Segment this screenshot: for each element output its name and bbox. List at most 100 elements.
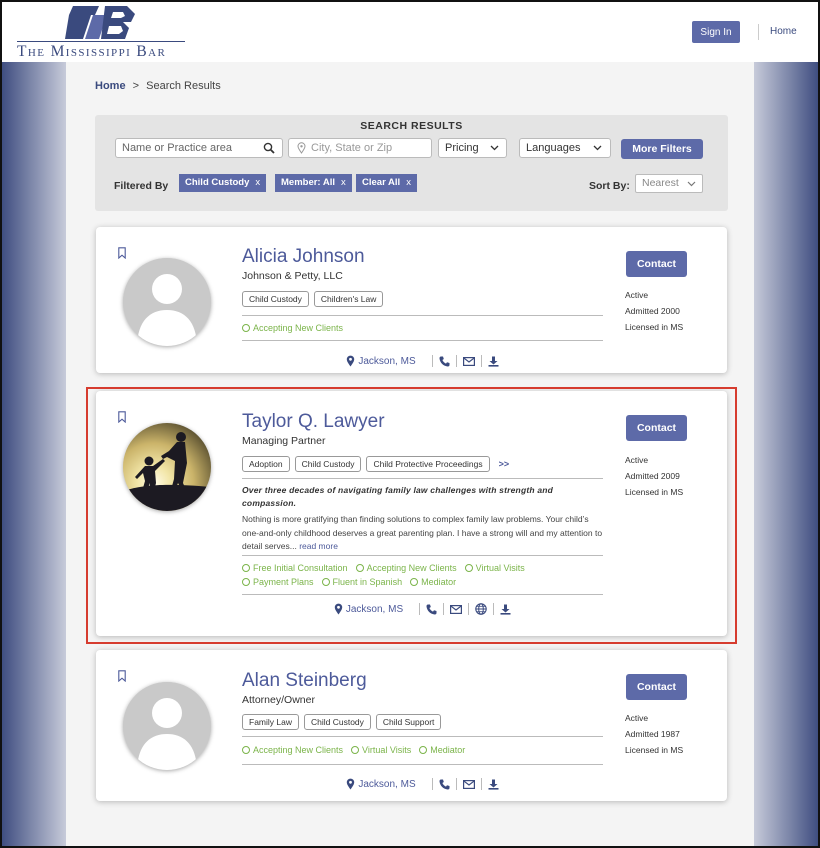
attorney-name[interactable]: Alicia Johnson xyxy=(242,246,365,268)
chip-remove-icon[interactable]: x xyxy=(341,177,346,188)
phone-icon[interactable] xyxy=(439,779,450,790)
feature-item: Accepting New Clients xyxy=(242,321,343,335)
chevron-down-icon xyxy=(687,181,696,187)
separator xyxy=(455,355,457,367)
breadcrumb-home-link[interactable]: Home xyxy=(95,80,126,92)
check-circle-icon xyxy=(419,746,428,754)
sort-by-dropdown[interactable]: Nearest xyxy=(635,174,703,193)
download-icon[interactable] xyxy=(488,779,499,790)
card-actions: Jackson, MS xyxy=(242,776,603,792)
parent-child-silhouette-photo xyxy=(123,423,211,511)
attorney-name[interactable]: Alan Steinberg xyxy=(242,670,367,692)
contact-button[interactable]: Contact xyxy=(626,251,687,277)
attorney-name[interactable]: Taylor Q. Lawyer xyxy=(242,411,385,433)
more-tags-link[interactable]: >> xyxy=(499,459,510,469)
attorney-title: Attorney/Owner xyxy=(242,694,315,706)
practice-tag[interactable]: Child Custody xyxy=(294,456,362,472)
practice-area-tags: Adoption Child Custody Child Protective … xyxy=(242,456,509,472)
avatar xyxy=(123,258,211,346)
chip-remove-icon[interactable]: x xyxy=(406,177,411,188)
membership-status: Active Admitted 1987 Licensed in MS xyxy=(625,710,683,758)
location-search-input[interactable]: City, State or Zip xyxy=(288,138,432,158)
sign-in-button[interactable]: Sign In xyxy=(692,21,740,43)
feature-item: Accepting New Clients xyxy=(242,743,343,757)
feature-list: Accepting New Clients xyxy=(242,321,612,335)
contact-button[interactable]: Contact xyxy=(626,415,687,441)
attorney-title: Managing Partner xyxy=(242,435,326,447)
download-icon[interactable] xyxy=(500,604,511,615)
clear-all-chip[interactable]: Clear All x xyxy=(356,174,417,192)
mail-icon[interactable] xyxy=(462,779,475,789)
practice-area-tags: Child Custody Children's Law xyxy=(242,291,384,307)
practice-tag[interactable]: Family Law xyxy=(242,714,299,730)
search-results-title: SEARCH RESULTS xyxy=(360,120,463,132)
check-circle-icon xyxy=(355,564,364,572)
feature-item: Mediator xyxy=(410,575,456,589)
status-admitted: Admitted 2000 xyxy=(625,306,680,316)
feature-item: Free Initial Consultation xyxy=(242,561,348,575)
mb-logo-mark xyxy=(65,6,135,39)
bookmark-icon[interactable] xyxy=(118,670,126,682)
name-practice-search-input[interactable]: Name or Practice area xyxy=(115,138,283,158)
separator xyxy=(431,778,433,790)
search-icon[interactable] xyxy=(263,142,275,154)
bookmark-icon[interactable] xyxy=(118,247,126,259)
chip-remove-icon[interactable]: x xyxy=(255,177,260,188)
mail-icon[interactable] xyxy=(450,604,463,614)
location-text: Jackson, MS xyxy=(345,603,404,615)
feature-label: Mediator xyxy=(421,577,457,587)
download-icon[interactable] xyxy=(488,356,499,367)
chip-label: Member: All xyxy=(281,177,336,188)
bio-text: Nothing is more gratifying than finding … xyxy=(242,514,603,551)
pricing-dropdown[interactable]: Pricing xyxy=(438,138,507,158)
attorney-card[interactable]: Alicia Johnson Johnson & Petty, LLC Chil… xyxy=(96,227,727,373)
feature-item: Mediator xyxy=(419,743,465,757)
filter-chip-child-custody[interactable]: Child Custody x xyxy=(179,174,267,192)
languages-dropdown[interactable]: Languages xyxy=(519,138,611,158)
location-pin-icon xyxy=(297,142,306,154)
location-text: Jackson, MS xyxy=(358,778,416,790)
attorney-card-featured[interactable]: Taylor Q. Lawyer Managing Partner Adopti… xyxy=(96,391,727,636)
mississippi-bar-logo[interactable]: The Mississippi Bar xyxy=(17,6,187,60)
phone-icon[interactable] xyxy=(426,604,437,615)
chip-label: Child Custody xyxy=(185,177,250,188)
breadcrumb-separator: > xyxy=(132,80,140,92)
avatar xyxy=(123,682,211,770)
practice-tag[interactable]: Child Custody xyxy=(303,714,371,730)
practice-tag[interactable]: Child Protective Proceedings xyxy=(366,456,490,472)
contact-button[interactable]: Contact xyxy=(626,674,687,700)
bookmark-icon[interactable] xyxy=(118,411,126,423)
more-filters-button[interactable]: More Filters xyxy=(621,139,703,159)
card-actions: Jackson, MS xyxy=(242,601,603,617)
phone-icon[interactable] xyxy=(439,356,450,367)
location-pin-icon xyxy=(347,778,355,790)
mail-icon[interactable] xyxy=(462,356,475,366)
status-admitted: Admitted 2009 xyxy=(625,471,680,481)
attorney-card[interactable]: Alan Steinberg Attorney/Owner Family Law… xyxy=(96,650,727,801)
feature-list: Accepting New Clients Virtual Visits Media… xyxy=(242,743,612,757)
divider xyxy=(242,594,603,595)
location: Jackson, MS xyxy=(346,778,416,790)
breadcrumb: Home > Search Results xyxy=(95,80,221,92)
practice-tag[interactable]: Child Support xyxy=(375,714,442,730)
default-person-icon xyxy=(123,682,211,770)
feature-label: Accepting New Clients xyxy=(253,323,344,333)
practice-area-tags: Family Law Child Custody Child Support xyxy=(242,714,442,730)
practice-tag[interactable]: Children's Law xyxy=(313,291,384,307)
separator xyxy=(419,603,421,615)
filter-chip-member-all[interactable]: Member: All x xyxy=(275,174,352,192)
globe-icon[interactable] xyxy=(475,603,487,615)
feature-label: Mediator xyxy=(430,745,466,755)
practice-tag[interactable]: Adoption xyxy=(242,456,290,472)
membership-status: Active Admitted 2009 Licensed in MS xyxy=(625,452,683,500)
practice-tag[interactable]: Child Custody xyxy=(242,291,309,307)
status-licensed: Licensed in MS xyxy=(625,487,684,497)
read-more-link[interactable]: read more xyxy=(299,541,338,551)
sort-by-value: Nearest xyxy=(642,177,679,189)
filtered-by-label: Filtered By xyxy=(114,180,169,192)
membership-status: Active Admitted 2000 Licensed in MS xyxy=(625,287,683,335)
location: Jackson, MS xyxy=(346,355,416,367)
name-search-placeholder: Name or Practice area xyxy=(122,142,233,154)
home-link[interactable]: Home xyxy=(770,26,797,37)
feature-label: Payment Plans xyxy=(253,577,314,587)
